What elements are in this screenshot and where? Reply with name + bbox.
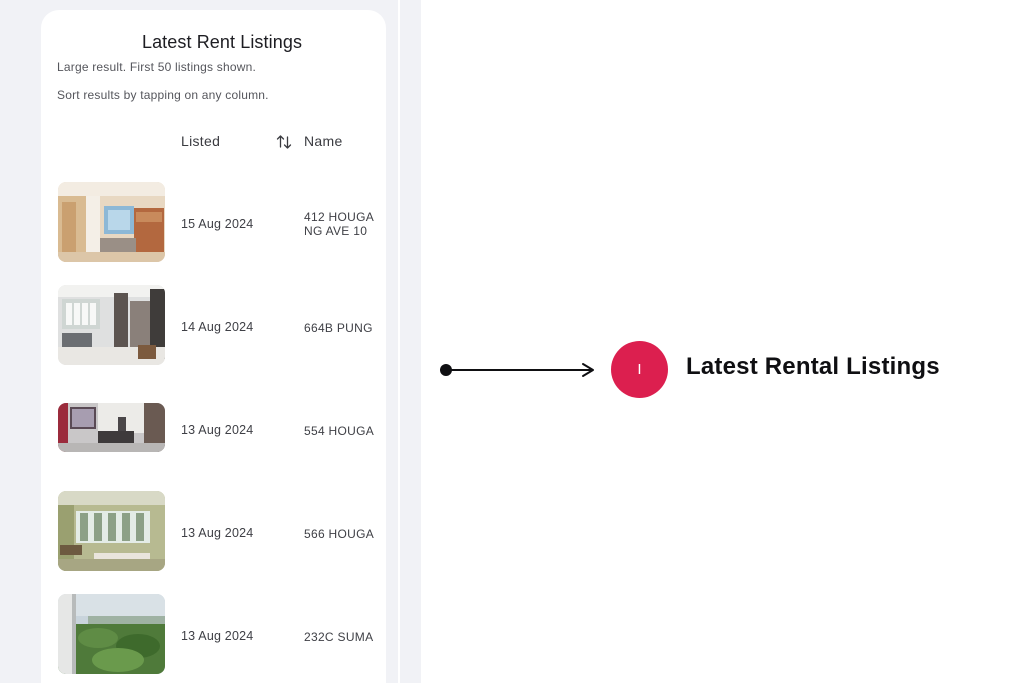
listed-date: 15 Aug 2024 — [181, 217, 254, 231]
table-row[interactable]: 14 Aug 2024 664B PUNGGOL — [41, 275, 386, 375]
listing-name: 664B PUNGGOL — [304, 321, 373, 335]
listing-photo[interactable] — [58, 403, 165, 452]
result-note: Large result. First 50 listings shown. — [57, 60, 257, 74]
listed-date: 13 Aug 2024 — [181, 526, 254, 540]
step-badge: I — [611, 341, 668, 398]
listed-date: 13 Aug 2024 — [181, 629, 254, 643]
listing-name: 566 HOUGANG — [304, 527, 375, 541]
listing-photo[interactable] — [58, 594, 165, 674]
right-arrow-icon — [440, 363, 594, 377]
listing-name: 412 HOUGANG AVE 10 — [304, 210, 375, 238]
table-row[interactable]: 13 Aug 2024 554 HOUGANG — [41, 378, 386, 478]
screen: Latest Rent Listings Large result. First… — [0, 0, 1024, 683]
column-header-listed[interactable]: Listed — [181, 133, 220, 149]
listing-name: 232C SUMANG — [304, 630, 374, 644]
table-row[interactable]: 13 Aug 2024 232C SUMANG — [41, 584, 386, 683]
listing-photo[interactable] — [58, 285, 165, 365]
listed-date: 13 Aug 2024 — [181, 423, 254, 437]
sort-hint: Sort results by tapping on any column. — [57, 88, 269, 102]
listing-photo[interactable] — [58, 182, 165, 262]
annotation-title: Latest Rental Listings — [686, 353, 940, 380]
listings-card: Latest Rent Listings Large result. First… — [41, 10, 386, 683]
table-row[interactable]: 13 Aug 2024 566 HOUGANG — [41, 481, 386, 581]
listing-photo[interactable] — [58, 491, 165, 571]
column-header-name[interactable]: Name — [304, 133, 343, 149]
card-title: Latest Rent Listings — [141, 32, 303, 52]
listing-name: 554 HOUGANG — [304, 424, 375, 438]
listed-date: 14 Aug 2024 — [181, 320, 254, 334]
sort-arrows-icon[interactable] — [276, 134, 292, 150]
table-row[interactable]: 15 Aug 2024 412 HOUGANG AVE 10 — [41, 172, 386, 272]
phone-edge — [398, 0, 400, 683]
